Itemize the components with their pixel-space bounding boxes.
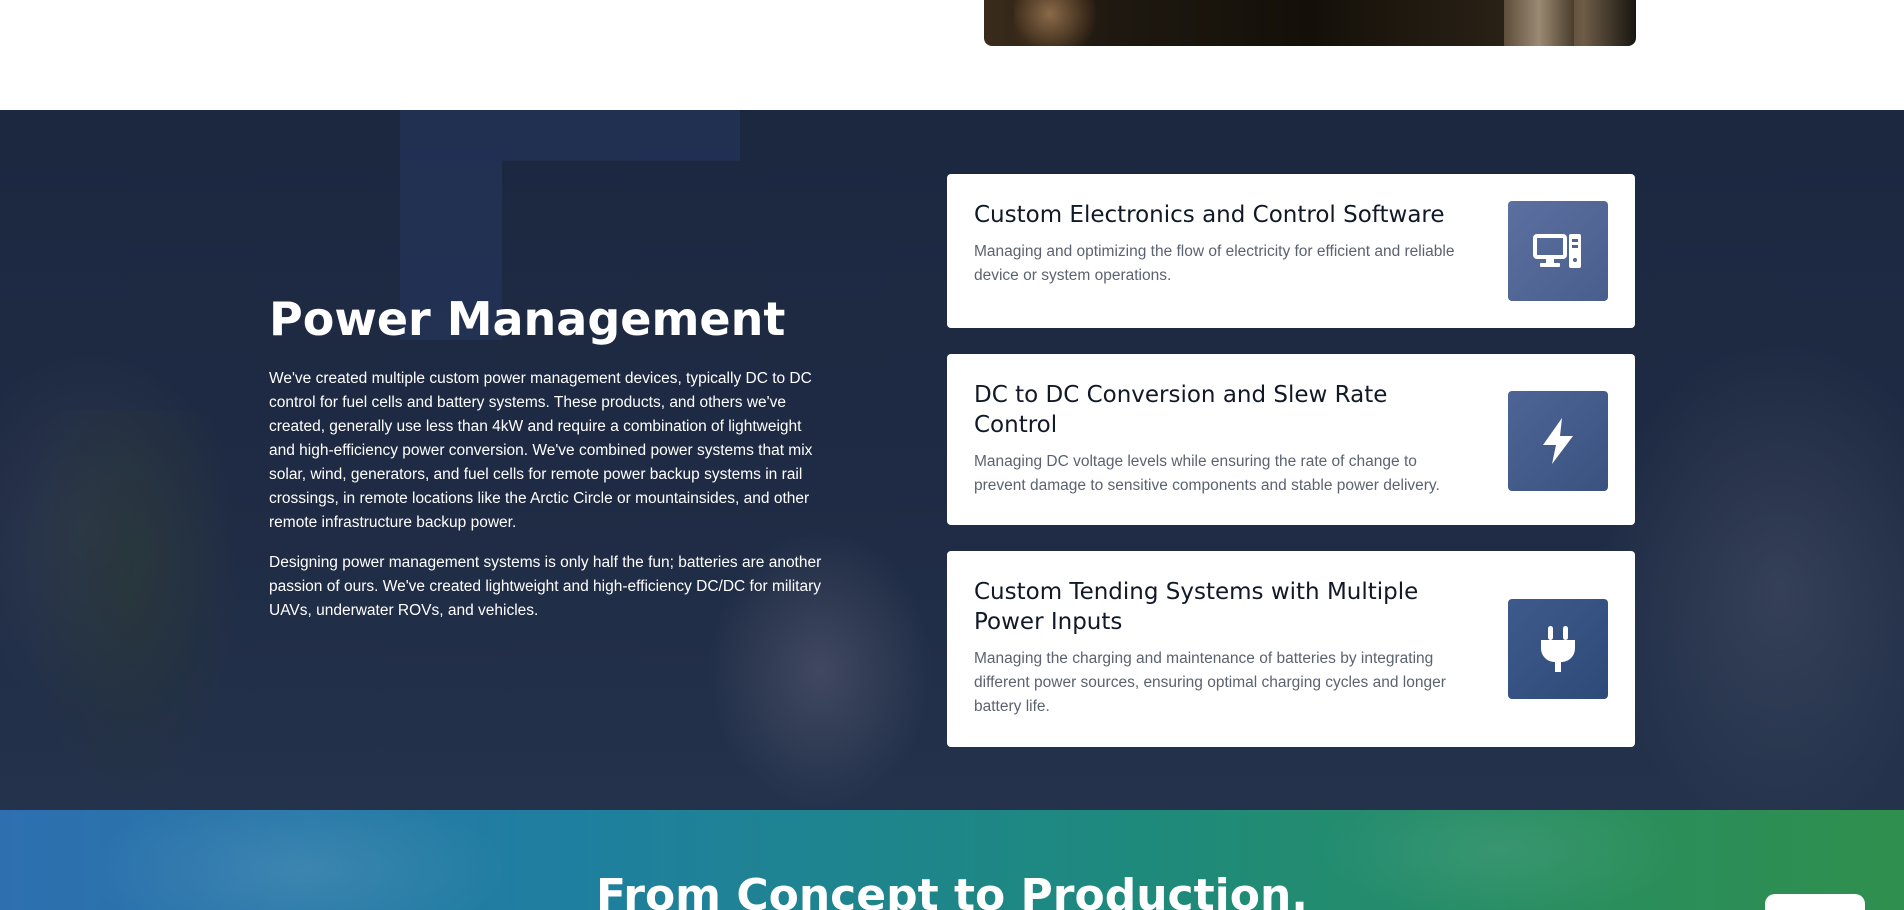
card-description: Managing and optimizing the flow of elec… — [974, 243, 1455, 284]
power-management-intro: Power Management We've created multiple … — [269, 294, 829, 639]
team-photo — [984, 0, 1636, 46]
section-title: Power Management — [269, 292, 786, 346]
floating-button[interactable] — [1765, 894, 1865, 910]
top-strip — [0, 0, 1904, 110]
intro-paragraph-1: We've created multiple custom power mana… — [269, 369, 813, 531]
card-title: DC to DC Conversion and Slew Rate Contro… — [974, 382, 1388, 438]
lightning-bolt-icon — [1508, 391, 1608, 491]
intro-paragraph-2: Designing power management systems is on… — [269, 553, 822, 619]
feature-card-tending-systems: Custom Tending Systems with Multiple Pow… — [947, 551, 1635, 747]
card-description: Managing the charging and maintenance of… — [974, 650, 1446, 715]
feature-card-dc-conversion: DC to DC Conversion and Slew Rate Contro… — [947, 354, 1635, 525]
card-title: Custom Tending Systems with Multiple Pow… — [974, 579, 1419, 635]
power-plug-icon — [1508, 599, 1608, 699]
card-title: Custom Electronics and Control Software — [974, 202, 1445, 228]
computer-icon — [1508, 201, 1608, 301]
concept-to-production-section: From Concept to Production. — [0, 810, 1904, 910]
card-description: Managing DC voltage levels while ensurin… — [974, 453, 1440, 494]
feature-card-custom-electronics: Custom Electronics and Control Software … — [947, 174, 1635, 328]
section-title: From Concept to Production. — [596, 870, 1308, 910]
